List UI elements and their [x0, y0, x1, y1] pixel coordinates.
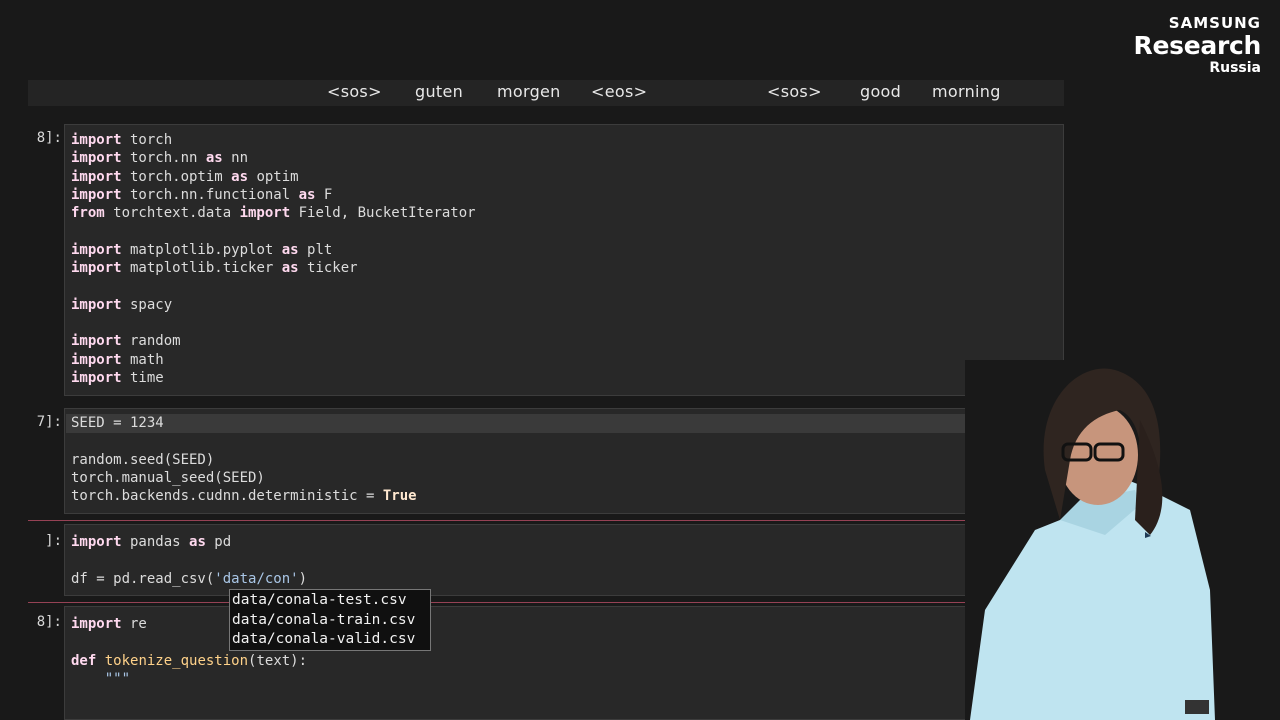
autocomplete-option-test[interactable]: data/conala-test.csv: [230, 591, 430, 611]
logo-line-samsung: SAMSUNG: [1168, 14, 1261, 32]
cell-prompt: 7]:: [36, 414, 62, 430]
cell-code: import pandas as pd df = pd.read_csv('da…: [71, 534, 308, 587]
cell-input[interactable]: import pandas as pd df = pd.read_csv('da…: [64, 524, 1064, 596]
logo-line-research: Research: [1133, 31, 1262, 60]
cell-prompt: 8]:: [36, 130, 62, 146]
autocomplete-option-train[interactable]: data/conala-train.csv: [230, 611, 430, 631]
cell-code-seed: SEED = 1234 random.seed(SEED) torch.manu…: [71, 415, 417, 505]
code-cell-tokenize[interactable]: 8]: import re def tokenize_question(text…: [28, 606, 1064, 720]
cell-separator: [28, 520, 1064, 521]
code-cell-imports[interactable]: 8]: import torch import torch.nn as nn i…: [28, 124, 1064, 396]
logo-line-russia: Russia: [1209, 60, 1261, 76]
samsung-research-logo: SAMSUNG Research Russia: [1133, 14, 1262, 76]
code-cell-pandas[interactable]: ]: import pandas as pd df = pd.read_csv(…: [28, 524, 1064, 596]
token-morning: morning: [932, 82, 1001, 101]
cell-prompt: 8]:: [36, 614, 62, 630]
autocomplete-option-valid[interactable]: data/conala-valid.csv: [230, 630, 430, 650]
cell-prompt: ]:: [45, 533, 62, 549]
token-morgen: morgen: [497, 82, 561, 101]
token-guten: guten: [415, 82, 464, 101]
token-sos-src: <sos>: [327, 82, 382, 101]
token-good: good: [860, 82, 902, 101]
presenter-video-overlay: [965, 360, 1225, 720]
cell-code: import torch import torch.nn as nn impor…: [71, 132, 476, 386]
token-eos: <eos>: [591, 82, 648, 101]
video-top-strip: [0, 0, 1280, 80]
cell-separator: [28, 602, 1064, 603]
autocomplete-popup[interactable]: data/conala-test.csv data/conala-train.c…: [229, 589, 431, 651]
cell-input[interactable]: import torch import torch.nn as nn impor…: [64, 124, 1064, 396]
token-sos-trg: <sos>: [767, 82, 822, 101]
cell-input[interactable]: import re def tokenize_question(text): "…: [64, 606, 1064, 720]
